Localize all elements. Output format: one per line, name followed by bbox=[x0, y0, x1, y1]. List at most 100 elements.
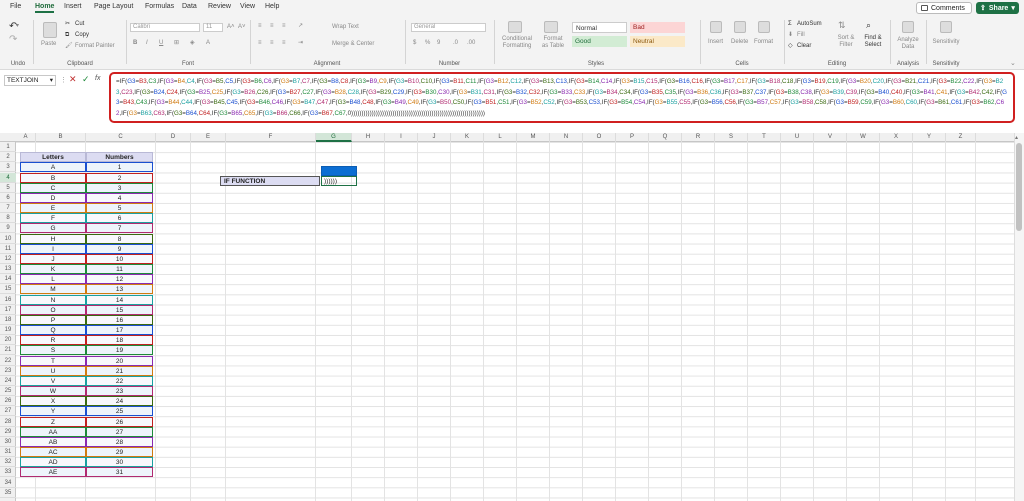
number-cell[interactable]: 15 bbox=[86, 304, 153, 315]
number-cell[interactable]: 21 bbox=[86, 365, 153, 376]
row-header-5[interactable]: 5 bbox=[0, 183, 16, 193]
row-header-4[interactable]: 4 bbox=[0, 172, 16, 183]
column-header-u[interactable]: U bbox=[781, 133, 814, 142]
letters-header[interactable]: Letters bbox=[20, 152, 86, 163]
sensitivity-button[interactable]: Sensitivity bbox=[930, 39, 962, 46]
letter-cell[interactable]: X bbox=[20, 396, 86, 407]
column-header-f[interactable]: F bbox=[226, 133, 316, 142]
borders-icon[interactable]: ⊞ bbox=[174, 40, 179, 47]
tab-home[interactable]: Home bbox=[35, 3, 55, 13]
tab-page-layout[interactable]: Page Layout bbox=[94, 3, 133, 10]
conditional-formatting-button[interactable]: Conditional Formatting bbox=[500, 36, 534, 50]
letter-cell[interactable]: R bbox=[20, 335, 86, 346]
delete-cells-button[interactable]: Delete bbox=[731, 39, 748, 46]
number-cell[interactable]: 11 bbox=[86, 264, 153, 275]
column-header-k[interactable]: K bbox=[451, 133, 484, 142]
row-header-14[interactable]: 14 bbox=[0, 274, 16, 285]
column-header-r[interactable]: R bbox=[682, 133, 715, 142]
cut-button[interactable]: Cut bbox=[75, 21, 84, 28]
wrap-text-button[interactable]: Wrap Text bbox=[332, 24, 359, 31]
number-cell[interactable]: 31 bbox=[86, 467, 153, 478]
clear-button[interactable]: Clear bbox=[797, 43, 811, 50]
row-header-16[interactable]: 16 bbox=[0, 295, 16, 305]
number-cell[interactable]: 16 bbox=[86, 314, 153, 325]
column-header-c[interactable]: C bbox=[86, 133, 156, 142]
number-cell[interactable]: 10 bbox=[86, 253, 153, 264]
number-cell[interactable]: 30 bbox=[86, 457, 153, 468]
column-header-t[interactable]: T bbox=[748, 133, 781, 142]
font-color-icon[interactable]: A bbox=[206, 40, 210, 47]
decrease-font-icon[interactable]: A˅ bbox=[238, 24, 246, 31]
letter-cell[interactable]: AB bbox=[20, 436, 86, 447]
column-header-v[interactable]: V bbox=[814, 133, 847, 142]
font-size-select[interactable]: 11 bbox=[203, 23, 223, 32]
number-cell[interactable]: 19 bbox=[86, 345, 153, 356]
row-header-18[interactable]: 18 bbox=[0, 315, 16, 325]
row-header-6[interactable]: 6 bbox=[0, 193, 16, 203]
number-cell[interactable]: 27 bbox=[86, 426, 153, 437]
row-header-28[interactable]: 28 bbox=[0, 417, 16, 427]
column-header-l[interactable]: L bbox=[484, 133, 517, 142]
format-as-table-button[interactable]: Format as Table bbox=[540, 36, 566, 50]
increase-font-icon[interactable]: A˄ bbox=[227, 24, 235, 31]
column-header-o[interactable]: O bbox=[583, 133, 616, 142]
letter-cell[interactable]: F bbox=[20, 213, 86, 224]
row-header-1[interactable]: 1 bbox=[0, 142, 16, 152]
row-header-24[interactable]: 24 bbox=[0, 376, 16, 386]
letter-cell[interactable]: S bbox=[20, 345, 86, 356]
indent-icon[interactable]: ⇥ bbox=[298, 40, 303, 47]
numbers-header[interactable]: Numbers bbox=[86, 152, 153, 163]
format-cells-button[interactable]: Format bbox=[754, 39, 773, 46]
row-header-32[interactable]: 32 bbox=[0, 457, 16, 468]
font-name-select[interactable]: Calibri bbox=[130, 23, 200, 32]
number-cell[interactable]: 28 bbox=[86, 436, 153, 447]
column-header-m[interactable]: M bbox=[517, 133, 550, 142]
row-header-3[interactable]: 3 bbox=[0, 162, 16, 173]
number-cell[interactable]: 20 bbox=[86, 355, 153, 366]
align-bottom-icon[interactable]: ≡ bbox=[282, 23, 286, 30]
cancel-icon[interactable]: ✕ bbox=[69, 74, 77, 85]
comments-button[interactable]: Comments bbox=[916, 2, 972, 14]
number-cell[interactable]: 12 bbox=[86, 274, 153, 285]
format-table-icon[interactable] bbox=[544, 21, 558, 33]
chevron-down-icon[interactable]: ▾ bbox=[16, 23, 19, 30]
letter-cell[interactable]: M bbox=[20, 284, 86, 295]
more-options-icon[interactable]: ⋮ bbox=[60, 76, 67, 84]
letter-cell[interactable]: A bbox=[20, 162, 86, 173]
row-header-26[interactable]: 26 bbox=[0, 396, 16, 407]
letter-cell[interactable]: Z bbox=[20, 416, 86, 427]
column-header-h[interactable]: H bbox=[352, 133, 385, 142]
letter-cell[interactable]: G bbox=[20, 223, 86, 234]
insert-function-icon[interactable]: fx bbox=[95, 75, 100, 82]
scroll-up-icon[interactable]: ▴ bbox=[1015, 134, 1018, 141]
italic-button[interactable]: I bbox=[146, 40, 148, 47]
row-header-12[interactable]: 12 bbox=[0, 254, 16, 264]
row-header-19[interactable]: 19 bbox=[0, 325, 16, 336]
increase-decimal-icon[interactable]: .0 bbox=[453, 40, 458, 47]
number-cell[interactable]: 5 bbox=[86, 203, 153, 214]
merge-center-button[interactable]: Merge & Center bbox=[332, 41, 374, 48]
analyze-data-icon[interactable] bbox=[902, 21, 914, 33]
letter-cell[interactable]: Y bbox=[20, 406, 86, 417]
comma-icon[interactable]: 9 bbox=[437, 40, 440, 47]
sort-filter-button[interactable]: Sort & Filter bbox=[836, 35, 856, 49]
currency-icon[interactable]: $ bbox=[413, 40, 416, 47]
align-right-icon[interactable]: ≡ bbox=[282, 40, 286, 47]
find-select-button[interactable]: Find & Select bbox=[862, 35, 884, 49]
letter-cell[interactable]: U bbox=[20, 365, 86, 376]
number-cell[interactable]: 1 bbox=[86, 162, 153, 173]
align-center-icon[interactable]: ≡ bbox=[270, 40, 274, 47]
column-header-j[interactable]: J bbox=[418, 133, 451, 142]
letter-cell[interactable]: O bbox=[20, 304, 86, 315]
column-header-n[interactable]: N bbox=[550, 133, 583, 142]
column-header-s[interactable]: S bbox=[715, 133, 748, 142]
tab-data[interactable]: Data bbox=[182, 3, 197, 10]
tab-formulas[interactable]: Formulas bbox=[145, 3, 174, 10]
row-header-8[interactable]: 8 bbox=[0, 213, 16, 224]
orientation-icon[interactable]: ↗ bbox=[298, 23, 303, 30]
redo-icon[interactable]: ↷ bbox=[9, 35, 17, 45]
row-header-23[interactable]: 23 bbox=[0, 366, 16, 376]
tab-insert[interactable]: Insert bbox=[64, 3, 82, 10]
number-cell[interactable]: 6 bbox=[86, 213, 153, 224]
tab-file[interactable]: File bbox=[10, 3, 21, 10]
